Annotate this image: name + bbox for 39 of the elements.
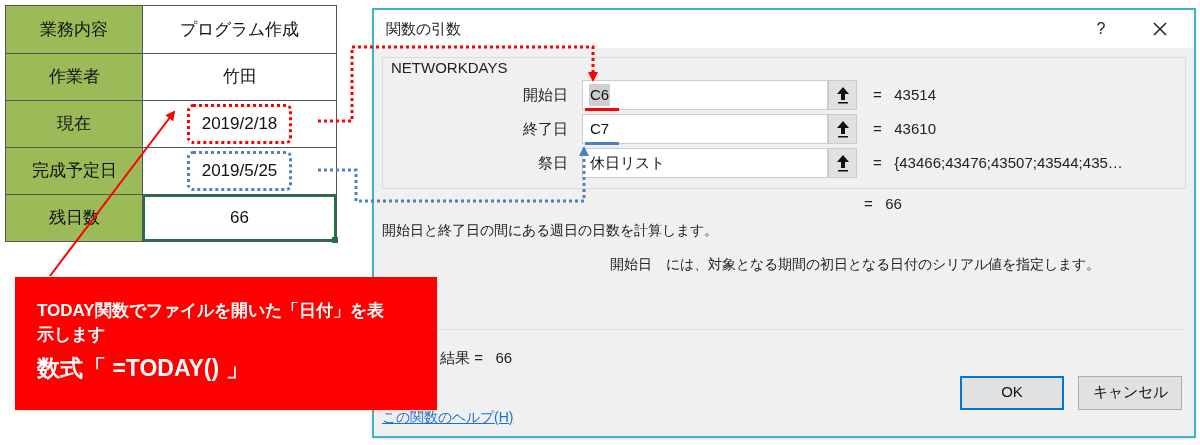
up-arrow-icon: [835, 120, 850, 138]
table-cell-text: プログラム作成: [179, 18, 300, 41]
row-header: 業務内容: [6, 6, 143, 53]
callout-text: TODAY関数でファイルを開いた「日付」を表示します: [37, 300, 385, 346]
argument-label: 祭日: [537, 152, 569, 173]
window-title: 関数の引数: [386, 18, 461, 39]
up-arrow-icon: [835, 86, 850, 104]
dialog-button[interactable]: OK: [960, 375, 1064, 410]
input-field[interactable]: C7: [582, 114, 828, 144]
input-field[interactable]: 休日リスト: [582, 148, 828, 178]
argument-description: には、対象となる期間の初日となる日付のシリアル値を指定します。: [666, 254, 1100, 274]
help-link[interactable]: この関数のヘルプ(H): [382, 406, 514, 428]
up-arrow-icon: [835, 154, 850, 172]
callout-text: 数式「 =TODAY() 」: [37, 354, 250, 383]
close-icon[interactable]: [1152, 21, 1168, 37]
function-description: 開始日と終了日の間にある週日の日数を計算します。: [382, 221, 718, 238]
input-field[interactable]: C6: [582, 80, 828, 110]
row-header: 完成予定日: [6, 148, 143, 194]
table-cell[interactable]: 66: [143, 195, 336, 241]
argument-label: 開始日: [522, 84, 569, 105]
result-label: 結果 = 66: [440, 348, 513, 366]
table-cell-text: 竹田: [221, 66, 258, 89]
row-header: 作業者: [6, 54, 143, 100]
dialog-button[interactable]: キャンセル: [1078, 375, 1182, 410]
table-cell: 2019/2/18: [143, 101, 336, 147]
collapse-button[interactable]: [828, 80, 857, 110]
collapse-button[interactable]: [828, 114, 857, 144]
help-button[interactable]: ?: [1086, 17, 1116, 41]
row-header: 現在: [6, 101, 143, 147]
argument-result: = 43610: [873, 118, 936, 139]
fill-handle[interactable]: [332, 237, 338, 243]
table-cell: 2019/5/25: [143, 148, 336, 194]
argument-result: = {43466;43476;43507;43544;435…: [873, 152, 1123, 173]
argument-label: 終了日: [522, 118, 569, 139]
collapse-button[interactable]: [828, 148, 857, 178]
argument-name: 開始日: [610, 254, 652, 274]
argument-result: = 43514: [873, 84, 936, 105]
formula-result: = 66: [864, 194, 902, 214]
function-name: NETWORKDAYS: [391, 58, 508, 78]
